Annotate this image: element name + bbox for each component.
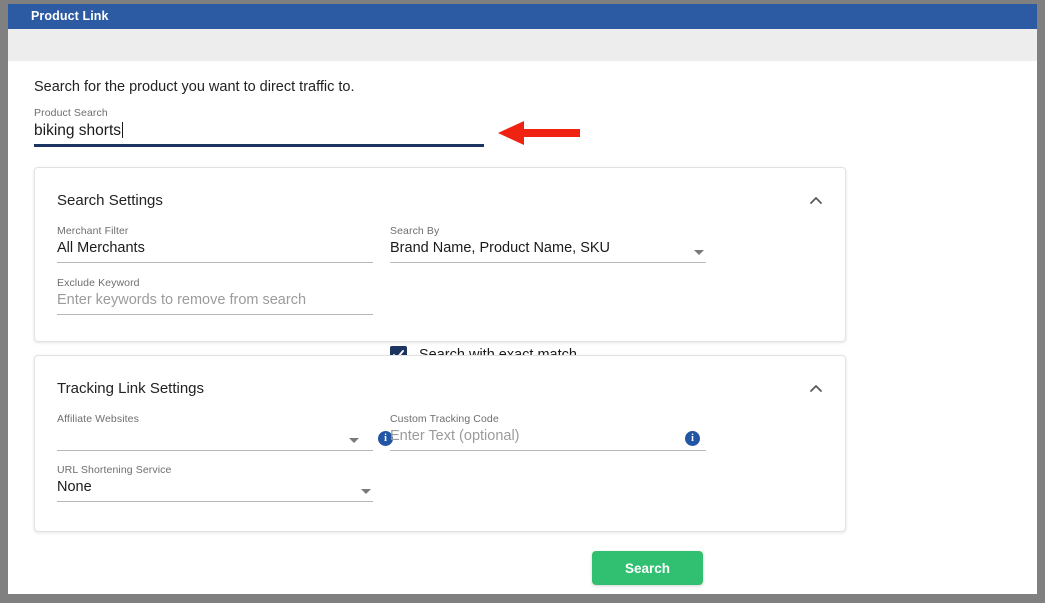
url-shortening-value: None	[57, 479, 92, 495]
chevron-down-icon[interactable]	[361, 489, 371, 494]
merchant-filter-underline	[57, 262, 373, 263]
window-title: Product Link	[31, 9, 109, 23]
product-search-field[interactable]: Product Search biking shorts	[34, 106, 484, 147]
tracking-link-settings-panel: Tracking Link Settings Affiliate Website…	[34, 355, 846, 532]
url-shortening-field[interactable]: URL Shortening Service None	[57, 463, 373, 502]
merchant-filter-field[interactable]: Merchant Filter All Merchants	[57, 224, 373, 263]
search-settings-panel: Search Settings Merchant Filter All Merc…	[34, 167, 846, 363]
chevron-down-icon[interactable]	[349, 438, 359, 443]
product-search-input[interactable]: biking shorts	[34, 120, 484, 142]
chevron-up-icon[interactable]	[807, 380, 825, 398]
product-search-label: Product Search	[34, 107, 108, 119]
affiliate-websites-value	[57, 426, 373, 447]
search-by-underline	[390, 262, 706, 263]
tracking-settings-title: Tracking Link Settings	[57, 380, 205, 397]
custom-tracking-code-underline	[390, 450, 706, 451]
exclude-keyword-label: Exclude Keyword	[57, 277, 140, 289]
window-titlebar: Product Link	[8, 4, 1037, 29]
application-window: Product Link Search for the product you …	[8, 4, 1037, 594]
product-search-underline	[34, 144, 484, 147]
custom-tracking-code-label: Custom Tracking Code	[390, 413, 499, 425]
info-icon[interactable]: i	[685, 431, 700, 446]
chevron-up-icon[interactable]	[807, 192, 825, 210]
exclude-keyword-field[interactable]: Exclude Keyword Enter keywords to remove…	[57, 276, 373, 315]
url-shortening-underline	[57, 501, 373, 502]
url-shortening-label: URL Shortening Service	[57, 464, 172, 476]
intro-text: Search for the product you want to direc…	[34, 79, 355, 95]
exclude-keyword-underline	[57, 314, 373, 315]
merchant-filter-value: All Merchants	[57, 240, 145, 256]
custom-tracking-code-field[interactable]: Custom Tracking Code Enter Text (optiona…	[390, 412, 706, 451]
affiliate-websites-label: Affiliate Websites	[57, 413, 139, 425]
exclude-keyword-input[interactable]: Enter keywords to remove from search	[57, 290, 373, 311]
text-cursor	[122, 122, 124, 138]
search-by-label: Search By	[390, 225, 440, 237]
search-by-field[interactable]: Search By Brand Name, Product Name, SKU	[390, 224, 706, 263]
product-search-text: biking shorts	[34, 122, 122, 139]
toolbar-strip	[8, 29, 1037, 61]
search-button[interactable]: Search	[592, 551, 703, 585]
merchant-filter-label: Merchant Filter	[57, 225, 129, 237]
custom-tracking-code-input[interactable]: Enter Text (optional)	[390, 426, 706, 447]
affiliate-websites-underline	[57, 450, 373, 451]
red-left-arrow-annotation	[498, 121, 580, 145]
search-by-value: Brand Name, Product Name, SKU	[390, 240, 611, 256]
search-settings-title: Search Settings	[57, 192, 163, 209]
page-content: Search for the product you want to direc…	[8, 61, 1037, 594]
affiliate-websites-field[interactable]: Affiliate Websites i	[57, 412, 393, 451]
chevron-down-icon[interactable]	[694, 250, 704, 255]
